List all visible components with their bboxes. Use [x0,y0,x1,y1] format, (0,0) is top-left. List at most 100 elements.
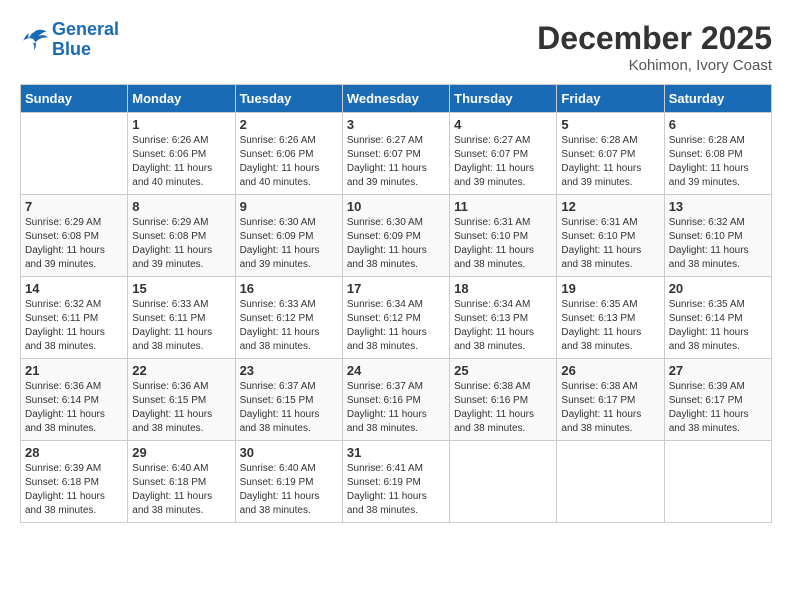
day-number: 30 [240,445,338,460]
day-number: 28 [25,445,123,460]
day-info: Sunrise: 6:37 AM Sunset: 6:15 PM Dayligh… [240,380,338,436]
weekday-header-saturday: Saturday [664,85,771,113]
day-info: Sunrise: 6:30 AM Sunset: 6:09 PM Dayligh… [347,216,445,272]
day-info: Sunrise: 6:34 AM Sunset: 6:12 PM Dayligh… [347,298,445,354]
day-info: Sunrise: 6:33 AM Sunset: 6:11 PM Dayligh… [132,298,230,354]
calendar-day-cell: 24 Sunrise: 6:37 AM Sunset: 6:16 PM Dayl… [342,359,449,441]
calendar-day-cell: 5 Sunrise: 6:28 AM Sunset: 6:07 PM Dayli… [557,113,664,195]
calendar-week-row: 7 Sunrise: 6:29 AM Sunset: 6:08 PM Dayli… [21,195,772,277]
calendar-day-cell: 15 Sunrise: 6:33 AM Sunset: 6:11 PM Dayl… [128,277,235,359]
day-info: Sunrise: 6:33 AM Sunset: 6:12 PM Dayligh… [240,298,338,354]
day-number: 31 [347,445,445,460]
day-number: 15 [132,281,230,296]
day-number: 5 [561,117,659,132]
calendar-day-cell: 1 Sunrise: 6:26 AM Sunset: 6:06 PM Dayli… [128,113,235,195]
calendar-day-cell [21,113,128,195]
day-info: Sunrise: 6:29 AM Sunset: 6:08 PM Dayligh… [132,216,230,272]
day-number: 26 [561,363,659,378]
day-info: Sunrise: 6:27 AM Sunset: 6:07 PM Dayligh… [347,134,445,190]
calendar-day-cell: 16 Sunrise: 6:33 AM Sunset: 6:12 PM Dayl… [235,277,342,359]
calendar-day-cell: 31 Sunrise: 6:41 AM Sunset: 6:19 PM Dayl… [342,441,449,523]
calendar-day-cell: 20 Sunrise: 6:35 AM Sunset: 6:14 PM Dayl… [664,277,771,359]
calendar-day-cell: 11 Sunrise: 6:31 AM Sunset: 6:10 PM Dayl… [450,195,557,277]
day-number: 24 [347,363,445,378]
page-header: General Blue December 2025 Kohimon, Ivor… [20,20,772,74]
weekday-header-thursday: Thursday [450,85,557,113]
day-info: Sunrise: 6:40 AM Sunset: 6:18 PM Dayligh… [132,462,230,518]
calendar-header-row: SundayMondayTuesdayWednesdayThursdayFrid… [21,85,772,113]
day-number: 22 [132,363,230,378]
day-number: 13 [669,199,767,214]
day-info: Sunrise: 6:38 AM Sunset: 6:16 PM Dayligh… [454,380,552,436]
calendar-day-cell: 19 Sunrise: 6:35 AM Sunset: 6:13 PM Dayl… [557,277,664,359]
day-number: 20 [669,281,767,296]
calendar-day-cell: 29 Sunrise: 6:40 AM Sunset: 6:18 PM Dayl… [128,441,235,523]
weekday-header-sunday: Sunday [21,85,128,113]
title-block: December 2025 Kohimon, Ivory Coast [537,20,772,74]
day-number: 16 [240,281,338,296]
calendar-day-cell: 30 Sunrise: 6:40 AM Sunset: 6:19 PM Dayl… [235,441,342,523]
day-info: Sunrise: 6:29 AM Sunset: 6:08 PM Dayligh… [25,216,123,272]
day-number: 23 [240,363,338,378]
calendar-day-cell: 13 Sunrise: 6:32 AM Sunset: 6:10 PM Dayl… [664,195,771,277]
weekday-header-friday: Friday [557,85,664,113]
calendar-week-row: 1 Sunrise: 6:26 AM Sunset: 6:06 PM Dayli… [21,113,772,195]
day-info: Sunrise: 6:41 AM Sunset: 6:19 PM Dayligh… [347,462,445,518]
calendar-table: SundayMondayTuesdayWednesdayThursdayFrid… [20,84,772,523]
month-title: December 2025 [537,20,772,57]
calendar-day-cell: 10 Sunrise: 6:30 AM Sunset: 6:09 PM Dayl… [342,195,449,277]
calendar-day-cell: 23 Sunrise: 6:37 AM Sunset: 6:15 PM Dayl… [235,359,342,441]
day-info: Sunrise: 6:39 AM Sunset: 6:18 PM Dayligh… [25,462,123,518]
day-number: 1 [132,117,230,132]
calendar-day-cell: 27 Sunrise: 6:39 AM Sunset: 6:17 PM Dayl… [664,359,771,441]
day-number: 27 [669,363,767,378]
calendar-day-cell: 8 Sunrise: 6:29 AM Sunset: 6:08 PM Dayli… [128,195,235,277]
calendar-day-cell: 9 Sunrise: 6:30 AM Sunset: 6:09 PM Dayli… [235,195,342,277]
weekday-header-tuesday: Tuesday [235,85,342,113]
day-number: 29 [132,445,230,460]
location: Kohimon, Ivory Coast [537,57,772,74]
day-number: 6 [669,117,767,132]
day-info: Sunrise: 6:26 AM Sunset: 6:06 PM Dayligh… [240,134,338,190]
logo: General Blue [20,20,119,60]
day-number: 7 [25,199,123,214]
day-info: Sunrise: 6:28 AM Sunset: 6:07 PM Dayligh… [561,134,659,190]
weekday-header-wednesday: Wednesday [342,85,449,113]
day-info: Sunrise: 6:32 AM Sunset: 6:10 PM Dayligh… [669,216,767,272]
logo-general: General [52,19,119,39]
day-number: 3 [347,117,445,132]
calendar-day-cell: 6 Sunrise: 6:28 AM Sunset: 6:08 PM Dayli… [664,113,771,195]
calendar-week-row: 21 Sunrise: 6:36 AM Sunset: 6:14 PM Dayl… [21,359,772,441]
day-number: 19 [561,281,659,296]
calendar-day-cell: 3 Sunrise: 6:27 AM Sunset: 6:07 PM Dayli… [342,113,449,195]
day-number: 25 [454,363,552,378]
day-number: 9 [240,199,338,214]
calendar-day-cell [450,441,557,523]
calendar-day-cell: 4 Sunrise: 6:27 AM Sunset: 6:07 PM Dayli… [450,113,557,195]
day-info: Sunrise: 6:40 AM Sunset: 6:19 PM Dayligh… [240,462,338,518]
day-number: 18 [454,281,552,296]
day-number: 21 [25,363,123,378]
calendar-day-cell: 7 Sunrise: 6:29 AM Sunset: 6:08 PM Dayli… [21,195,128,277]
logo-icon [20,28,48,52]
day-info: Sunrise: 6:36 AM Sunset: 6:14 PM Dayligh… [25,380,123,436]
day-info: Sunrise: 6:36 AM Sunset: 6:15 PM Dayligh… [132,380,230,436]
day-info: Sunrise: 6:35 AM Sunset: 6:14 PM Dayligh… [669,298,767,354]
calendar-day-cell: 17 Sunrise: 6:34 AM Sunset: 6:12 PM Dayl… [342,277,449,359]
calendar-week-row: 14 Sunrise: 6:32 AM Sunset: 6:11 PM Dayl… [21,277,772,359]
calendar-day-cell: 22 Sunrise: 6:36 AM Sunset: 6:15 PM Dayl… [128,359,235,441]
day-number: 4 [454,117,552,132]
calendar-day-cell: 25 Sunrise: 6:38 AM Sunset: 6:16 PM Dayl… [450,359,557,441]
day-info: Sunrise: 6:37 AM Sunset: 6:16 PM Dayligh… [347,380,445,436]
day-info: Sunrise: 6:32 AM Sunset: 6:11 PM Dayligh… [25,298,123,354]
day-info: Sunrise: 6:28 AM Sunset: 6:08 PM Dayligh… [669,134,767,190]
calendar-day-cell: 2 Sunrise: 6:26 AM Sunset: 6:06 PM Dayli… [235,113,342,195]
calendar-day-cell: 14 Sunrise: 6:32 AM Sunset: 6:11 PM Dayl… [21,277,128,359]
day-info: Sunrise: 6:31 AM Sunset: 6:10 PM Dayligh… [454,216,552,272]
day-info: Sunrise: 6:27 AM Sunset: 6:07 PM Dayligh… [454,134,552,190]
calendar-day-cell: 18 Sunrise: 6:34 AM Sunset: 6:13 PM Dayl… [450,277,557,359]
logo-blue: Blue [52,39,91,59]
day-info: Sunrise: 6:34 AM Sunset: 6:13 PM Dayligh… [454,298,552,354]
day-number: 11 [454,199,552,214]
day-info: Sunrise: 6:30 AM Sunset: 6:09 PM Dayligh… [240,216,338,272]
